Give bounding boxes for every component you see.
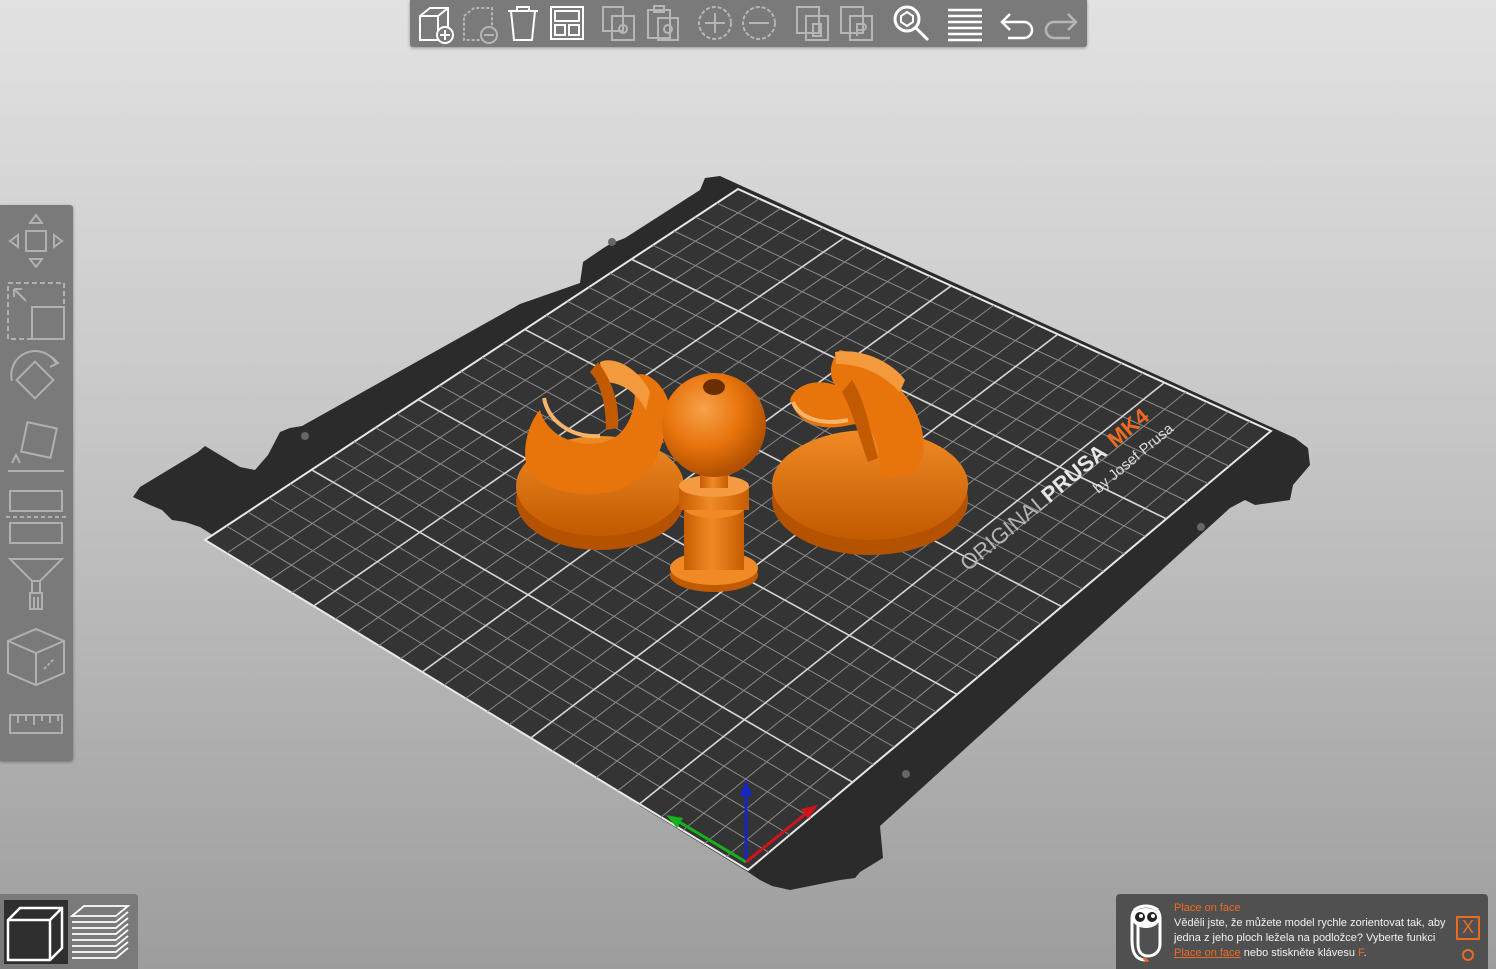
measure-tool[interactable] — [4, 693, 68, 757]
redo-button[interactable] — [1040, 2, 1082, 44]
hint-mascot-icon — [1130, 904, 1162, 962]
rotate-icon — [10, 350, 60, 400]
hint-text-after: nebo stiskněte klávesu — [1243, 947, 1356, 959]
gear-icon[interactable] — [1462, 949, 1474, 961]
cube-paint-icon — [7, 627, 65, 687]
move-tool[interactable] — [4, 209, 68, 273]
hint-text: Věděli jste, že můžete model rychle zori… — [1174, 917, 1446, 944]
hint-link[interactable]: Place on face — [1174, 947, 1241, 959]
layers-icon — [948, 8, 982, 42]
hint-notification: Place on face Věděli jste, že můžete mod… — [1116, 894, 1488, 969]
scale-tool[interactable] — [4, 279, 68, 343]
layers-editing-button[interactable] — [944, 2, 986, 44]
hint-body: Věděli jste, že můžete model rychle zori… — [1174, 916, 1446, 961]
cut-tool[interactable] — [4, 485, 68, 549]
add-button[interactable] — [414, 2, 456, 44]
paint-brush-icon — [7, 558, 65, 610]
undo-button[interactable] — [996, 2, 1038, 44]
paint-supports-tool[interactable] — [4, 551, 68, 615]
preview-button[interactable] — [69, 900, 134, 964]
trash-icon — [508, 6, 538, 41]
3d-viewport[interactable]: ORIGINAL PRUSA MK4 by Josef Prusa — [0, 0, 1496, 969]
arrange-button[interactable] — [546, 2, 588, 44]
split-objects-button[interactable] — [792, 2, 834, 44]
cube-icon — [6, 906, 64, 962]
ruler-icon — [9, 714, 63, 734]
hint-title: Place on face — [1174, 902, 1241, 914]
close-icon[interactable]: X — [1456, 916, 1480, 940]
split-parts-button[interactable] — [836, 2, 878, 44]
hint-period: . — [1363, 947, 1367, 959]
delete-button[interactable] — [458, 2, 500, 44]
split-objects-icon — [796, 6, 829, 41]
paste-icon — [647, 5, 679, 41]
add-instance-button[interactable] — [694, 2, 736, 44]
redo-icon — [1044, 13, 1078, 40]
copy-button[interactable] — [598, 2, 640, 44]
top-toolbar — [410, 0, 1087, 47]
place-on-face-tool[interactable] — [4, 419, 68, 483]
search-icon — [893, 5, 930, 42]
plus-circle-icon — [698, 6, 732, 40]
minus-circle-icon — [742, 6, 776, 40]
3d-view-button[interactable] — [4, 900, 68, 964]
seam-painting-tool[interactable] — [4, 625, 68, 689]
split-parts-icon — [840, 6, 873, 41]
remove-instance-button[interactable] — [738, 2, 780, 44]
scale-icon — [7, 282, 65, 340]
cut-icon — [6, 490, 66, 544]
copy-icon — [602, 6, 635, 41]
arrange-icon — [550, 6, 584, 40]
search-button[interactable] — [890, 2, 932, 44]
cube-minus-icon — [463, 7, 498, 44]
cube-plus-icon — [419, 7, 454, 44]
move-icon — [8, 213, 64, 269]
delete-all-button[interactable] — [502, 2, 544, 44]
rotate-tool[interactable] — [4, 349, 68, 413]
place-on-face-icon — [8, 421, 64, 472]
view-switcher — [0, 894, 138, 969]
gizmo-sidebar — [0, 205, 73, 761]
undo-icon — [1000, 13, 1034, 40]
paste-button[interactable] — [642, 2, 684, 44]
layers-stack-icon — [69, 905, 131, 959]
